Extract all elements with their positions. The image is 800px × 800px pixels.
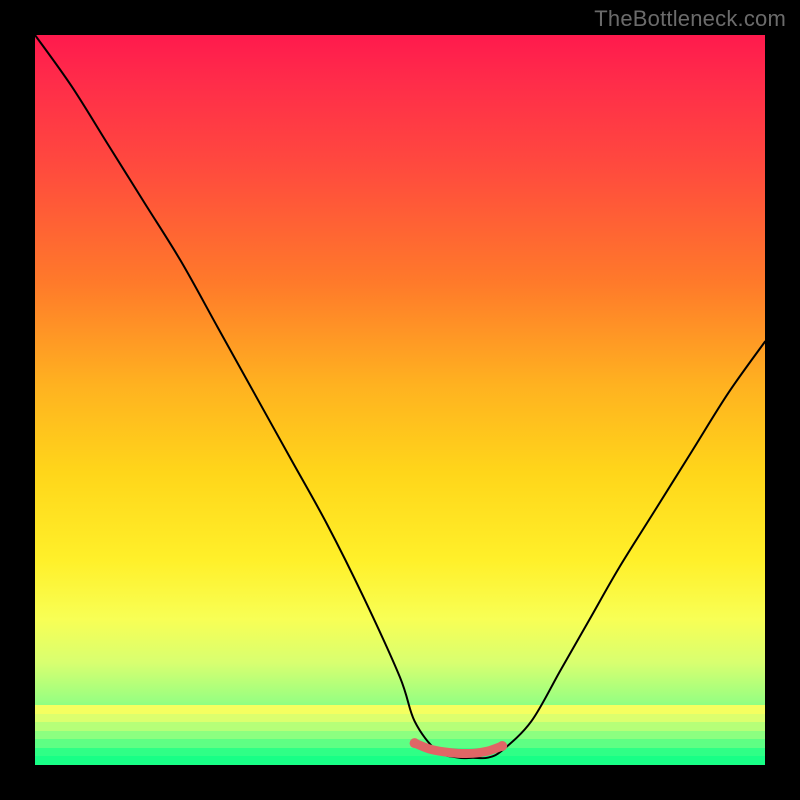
optimal-range-marker	[415, 743, 503, 753]
plot-area	[35, 35, 765, 765]
bottleneck-curve	[35, 35, 765, 758]
curve-layer	[35, 35, 765, 765]
marker-endpoint-right-icon	[497, 741, 507, 751]
chart-frame: TheBottleneck.com	[0, 0, 800, 800]
watermark-text: TheBottleneck.com	[594, 6, 786, 32]
marker-endpoint-left-icon	[410, 738, 420, 748]
